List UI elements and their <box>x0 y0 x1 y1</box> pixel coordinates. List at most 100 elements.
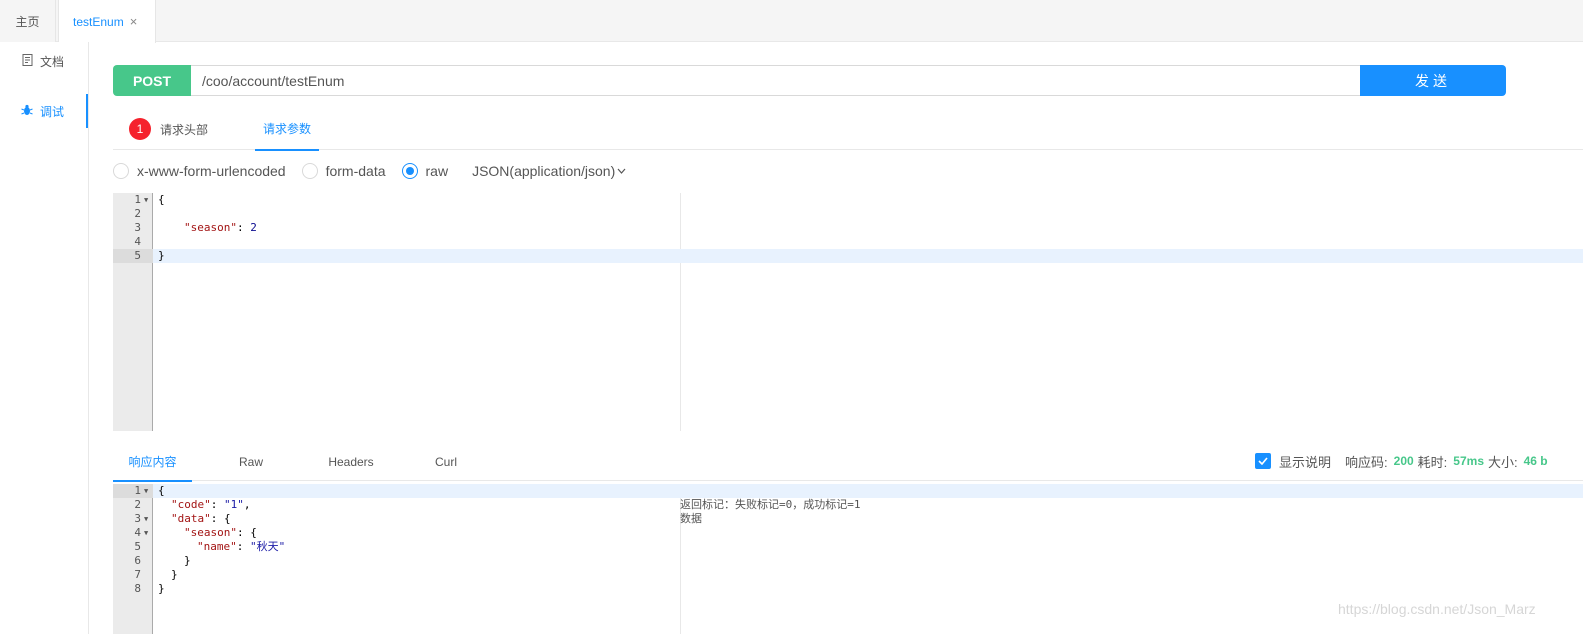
code-line-active: 5 } <box>113 249 1583 263</box>
line-number: 4 <box>134 235 141 248</box>
json-key: "code" <box>171 498 211 511</box>
field-description: 返回标记：失败标记=0，成功标记=1 <box>680 498 861 511</box>
url-input[interactable] <box>191 65 1361 96</box>
chevron-down-icon <box>617 166 626 177</box>
line-number: 2 <box>134 498 141 511</box>
radio-urlencoded[interactable]: x-www-form-urlencoded <box>113 163 286 179</box>
fold-arrow-icon[interactable]: ▼ <box>144 512 148 526</box>
line-number: 3 <box>134 221 141 234</box>
bug-icon <box>21 104 33 119</box>
show-description-checkbox[interactable] <box>1255 453 1271 469</box>
line-number: 5 <box>113 249 153 263</box>
code-line: 2 <box>113 207 1583 221</box>
code-text: } <box>158 582 165 595</box>
code-text: "season": 2 <box>184 221 257 235</box>
radio-circle[interactable] <box>113 163 129 179</box>
body-type-radio-group: x-www-form-urlencoded form-data raw JSON… <box>113 160 626 182</box>
tab-request-headers-label: 请求头部 <box>160 122 209 137</box>
tab-request-headers[interactable]: 1 请求头部 <box>129 108 208 150</box>
line-number: 6 <box>134 554 141 567</box>
tab-home-label: 主页 <box>15 14 40 29</box>
sidebar-item-label: 文档 <box>40 54 65 69</box>
code-line: 7 } <box>113 568 1583 582</box>
sidebar: 文档 调试 <box>0 42 89 634</box>
top-tab-bar: 主页 testEnum × <box>0 0 1583 43</box>
code-line: 1 ▼ { <box>113 193 1583 207</box>
json-key: "name" <box>197 540 237 553</box>
json-key: "data" <box>171 512 211 525</box>
tab-request-params[interactable]: 请求参数 <box>255 108 319 151</box>
tab-label: Raw <box>238 455 263 469</box>
tab-response-content[interactable]: 响应内容 <box>113 443 192 482</box>
json-punct: : { <box>210 512 231 525</box>
code-line: 2 "code": "1", 返回标记：失败标记=0，成功标记=1 <box>113 498 1583 512</box>
code-line: 3 ▼ "data": { 数据 <box>113 512 1583 526</box>
tab-request-params-label: 请求参数 <box>262 122 311 136</box>
radio-label: x-www-form-urlencoded <box>137 163 286 179</box>
code-line: 5 "name": "秋天" <box>113 540 1583 554</box>
tab-label: 响应内容 <box>128 455 177 469</box>
response-meta: 显示说明 响应码: 200 耗时: 57ms 大小: 46 b <box>1255 451 1548 471</box>
radio-label: form-data <box>325 163 386 179</box>
json-string: "1" <box>224 498 244 511</box>
code-text: } <box>184 554 191 567</box>
tab-response-headers[interactable]: Headers <box>321 443 381 481</box>
method-select[interactable]: POST <box>113 65 191 96</box>
watermark: https://blog.csdn.net/Json_Marz <box>1338 601 1536 617</box>
line-number: 2 <box>134 207 141 220</box>
json-punct: : { <box>236 526 257 539</box>
code-text: { <box>158 193 165 206</box>
code-line: 4 <box>113 235 1583 249</box>
json-number: 2 <box>250 221 257 234</box>
fold-arrow-icon[interactable]: ▼ <box>144 193 148 207</box>
code-line-active: 1 ▼ { <box>113 484 1583 498</box>
status-code-label: 响应码: <box>1345 454 1388 470</box>
size-label: 大小: <box>1488 454 1518 470</box>
sidebar-item-debug[interactable]: 调试 <box>0 94 88 128</box>
json-key: "season" <box>184 221 237 234</box>
sidebar-item-docs[interactable]: 文档 <box>0 44 88 78</box>
field-description: 数据 <box>680 512 702 525</box>
headers-count-badge: 1 <box>129 118 151 140</box>
json-key: "season" <box>184 526 237 539</box>
size-value: 46 b <box>1523 454 1548 468</box>
code-text: "data": { <box>171 512 231 526</box>
code-line: 3 "season": 2 <box>113 221 1583 235</box>
tab-test-enum[interactable]: testEnum × <box>58 0 156 43</box>
show-description-label[interactable]: 显示说明 <box>1279 452 1331 471</box>
line-number: 5 <box>134 540 141 553</box>
code-line: 6 } <box>113 554 1583 568</box>
request-body-editor[interactable]: 1 ▼ { 2 3 "season": 2 4 5 } <box>113 193 1583 431</box>
close-icon[interactable]: × <box>130 14 138 29</box>
request-tabs: 1 请求头部 请求参数 <box>113 108 1583 151</box>
sidebar-item-label: 调试 <box>40 104 65 119</box>
code-text: "season": { <box>184 526 257 540</box>
radio-circle-selected[interactable] <box>401 163 418 179</box>
line-number: 7 <box>134 568 141 581</box>
code-text: "code": "1", <box>171 498 251 511</box>
radio-label: raw <box>425 163 449 179</box>
code-text: { <box>158 484 165 497</box>
tab-home[interactable]: 主页 <box>0 0 56 42</box>
document-icon <box>21 53 33 69</box>
content-type-dropdown[interactable]: JSON(application/json) <box>472 163 626 179</box>
tab-response-raw[interactable]: Raw <box>231 443 271 481</box>
json-string: "秋天" <box>250 540 286 553</box>
line-number: 8 <box>134 582 141 595</box>
fold-arrow-icon[interactable]: ▼ <box>144 526 148 540</box>
code-text: } <box>158 249 165 262</box>
time-value: 57ms <box>1453 454 1484 468</box>
send-button[interactable]: 发送 <box>1360 65 1506 96</box>
radio-raw[interactable]: raw <box>401 163 449 179</box>
tab-response-curl[interactable]: Curl <box>429 443 463 481</box>
radio-form-data[interactable]: form-data <box>301 163 386 179</box>
json-sep: : <box>236 221 251 234</box>
tab-label: Headers <box>328 455 374 469</box>
radio-circle[interactable] <box>301 163 318 179</box>
fold-arrow-icon[interactable]: ▼ <box>144 484 148 498</box>
content-type-label: JSON(application/json) <box>472 163 616 179</box>
code-text: "name": "秋天" <box>197 540 286 553</box>
tab-label: Curl <box>434 455 457 469</box>
code-line: 4 ▼ "season": { <box>113 526 1583 540</box>
tab-test-enum-label: testEnum <box>73 14 124 29</box>
